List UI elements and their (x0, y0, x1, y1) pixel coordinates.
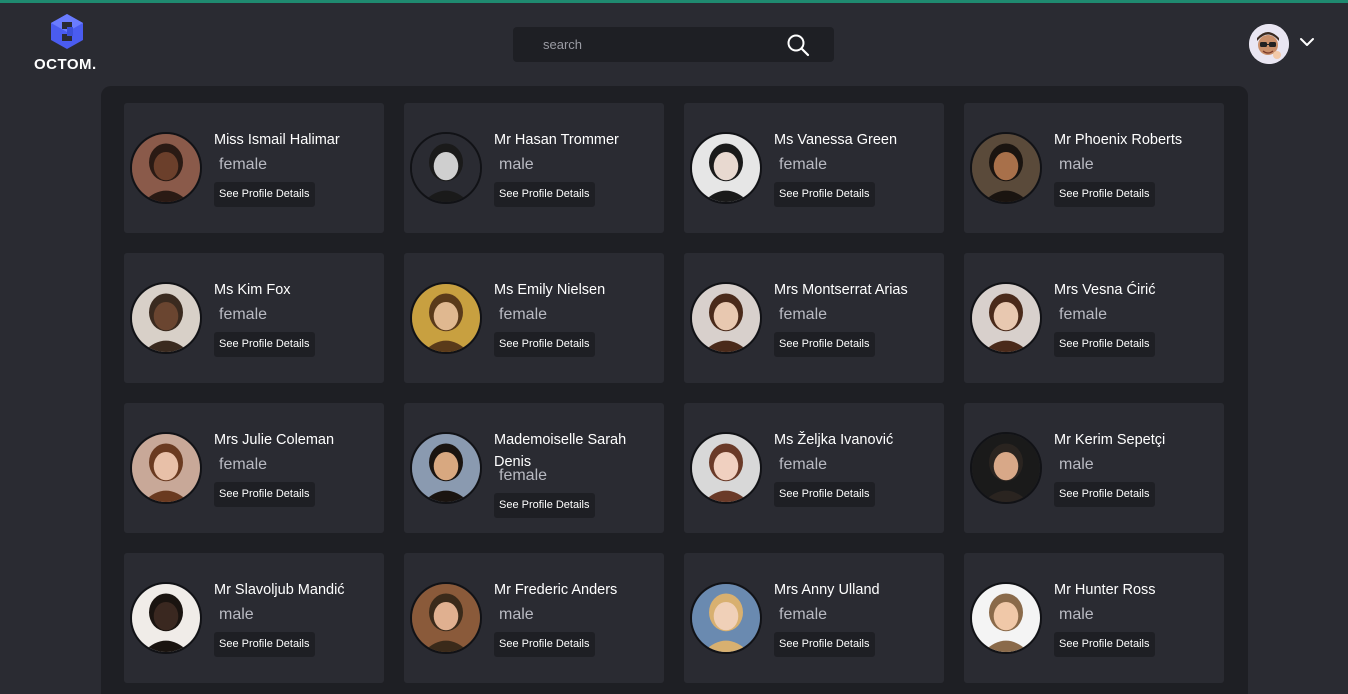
see-profile-details-button[interactable]: See Profile Details (774, 332, 875, 357)
profile-card: Ms Vanessa Green female See Profile Detail… (684, 103, 944, 233)
see-profile-details-button[interactable]: See Profile Details (214, 332, 315, 357)
profile-name: Ms Emily Nielsen (494, 282, 606, 298)
profile-card: Mr Frederic Anders male See Profile Detail… (404, 553, 664, 683)
see-profile-details-button[interactable]: See Profile Details (214, 632, 315, 657)
profile-name: Mr Hasan Trommer (494, 132, 619, 148)
see-profile-details-button[interactable]: See Profile Details (494, 493, 595, 518)
profile-card: Mrs Vesna Ćirić female See Profile Details (964, 253, 1224, 383)
profile-card: Ms Emily Nielsen female See Profile Detail… (404, 253, 664, 383)
profile-gender: female (779, 456, 828, 473)
see-profile-details-button[interactable]: See Profile Details (1054, 182, 1155, 207)
profile-card: Mr Kerim Sepetçi male See Profile Details (964, 403, 1224, 533)
profile-avatar (410, 282, 482, 354)
profiles-panel: Miss Ismail Halimar female See Profile Det… (101, 86, 1248, 694)
profile-name: Mrs Montserrat Arias (774, 282, 908, 298)
see-profile-details-button[interactable]: See Profile Details (1054, 332, 1155, 357)
brand-logo[interactable]: OCTOM. (34, 14, 98, 74)
profile-gender: female (219, 456, 268, 473)
profile-card: Mrs Anny Ulland female See Profile Details (684, 553, 944, 683)
profile-name: Mr Hunter Ross (1054, 582, 1156, 598)
profile-card: Mrs Julie Coleman female See Profile Detai… (124, 403, 384, 533)
profile-avatar (690, 282, 762, 354)
profile-gender: female (1059, 306, 1108, 323)
profile-gender: female (779, 306, 828, 323)
profile-gender: female (779, 606, 828, 623)
profile-gender: male (1059, 456, 1094, 473)
profile-avatar (970, 432, 1042, 504)
profile-gender: female (779, 156, 828, 173)
see-profile-details-button[interactable]: See Profile Details (774, 182, 875, 207)
user-avatar[interactable] (1249, 24, 1289, 64)
profile-card: Mrs Montserrat Arias female See Profile De… (684, 253, 944, 383)
see-profile-details-button[interactable]: See Profile Details (214, 482, 315, 507)
profile-avatar (130, 282, 202, 354)
profile-avatar (690, 432, 762, 504)
search-icon[interactable] (786, 33, 810, 57)
brand-name: OCTOM. (34, 56, 97, 73)
profile-name: Mrs Julie Coleman (214, 432, 335, 448)
profile-name: Mrs Anny Ulland (774, 582, 880, 598)
profile-card: Mr Phoenix Roberts male See Profile Detail… (964, 103, 1224, 233)
user-avatar-icon (1249, 24, 1289, 64)
profile-gender: male (219, 606, 254, 623)
profile-name: Ms Kim Fox (214, 282, 291, 298)
profile-gender: female (499, 306, 548, 323)
profile-name: Mr Phoenix Roberts (1054, 132, 1183, 148)
profile-card: Mademoiselle Sarah Denis female See Profil… (404, 403, 664, 533)
profile-name: Miss Ismail Halimar (214, 132, 340, 148)
see-profile-details-button[interactable]: See Profile Details (774, 482, 875, 507)
profile-card: Mr Hunter Ross male See Profile Details (964, 553, 1224, 683)
profile-avatar (130, 432, 202, 504)
profile-gender: male (1059, 156, 1094, 173)
profile-name: Mr Slavoljub Mandić (214, 582, 345, 598)
profile-name: Mr Kerim Sepetçi (1054, 432, 1166, 448)
profile-gender: female (219, 306, 268, 323)
profile-avatar (690, 582, 762, 654)
profile-gender: male (499, 156, 534, 173)
profile-name: Ms Vanessa Green (774, 132, 898, 148)
chevron-down-icon[interactable] (1299, 36, 1315, 48)
see-profile-details-button[interactable]: See Profile Details (494, 182, 595, 207)
profile-name: Mrs Vesna Ćirić (1054, 282, 1156, 298)
see-profile-details-button[interactable]: See Profile Details (494, 332, 595, 357)
profile-avatar (410, 432, 482, 504)
profile-card: Ms Kim Fox female See Profile Details (124, 253, 384, 383)
profile-gender: female (219, 156, 268, 173)
top-accent-line (0, 0, 1348, 3)
profile-avatar (130, 582, 202, 654)
profile-avatar (410, 132, 482, 204)
profile-card: Mr Slavoljub Mandić male See Profile Detai… (124, 553, 384, 683)
see-profile-details-button[interactable]: See Profile Details (1054, 632, 1155, 657)
search-input[interactable] (513, 27, 773, 62)
see-profile-details-button[interactable]: See Profile Details (214, 182, 315, 207)
profile-name: Mr Frederic Anders (494, 582, 618, 598)
profile-gender: female (499, 467, 548, 484)
profile-avatar (970, 132, 1042, 204)
profile-avatar (970, 582, 1042, 654)
profile-avatar (690, 132, 762, 204)
see-profile-details-button[interactable]: See Profile Details (774, 632, 875, 657)
profile-avatar (970, 282, 1042, 354)
profile-avatar (410, 582, 482, 654)
profile-card: Mr Hasan Trommer male See Profile Details (404, 103, 664, 233)
see-profile-details-button[interactable]: See Profile Details (494, 632, 595, 657)
profile-card: Miss Ismail Halimar female See Profile Det… (124, 103, 384, 233)
see-profile-details-button[interactable]: See Profile Details (1054, 482, 1155, 507)
profile-card: Ms Željka Ivanović female See Profile Deta… (684, 403, 944, 533)
octom-logo-icon (51, 14, 83, 49)
profile-avatar (130, 132, 202, 204)
profile-gender: male (1059, 606, 1094, 623)
profile-gender: male (499, 606, 534, 623)
profile-name: Ms Željka Ivanović (774, 432, 894, 448)
